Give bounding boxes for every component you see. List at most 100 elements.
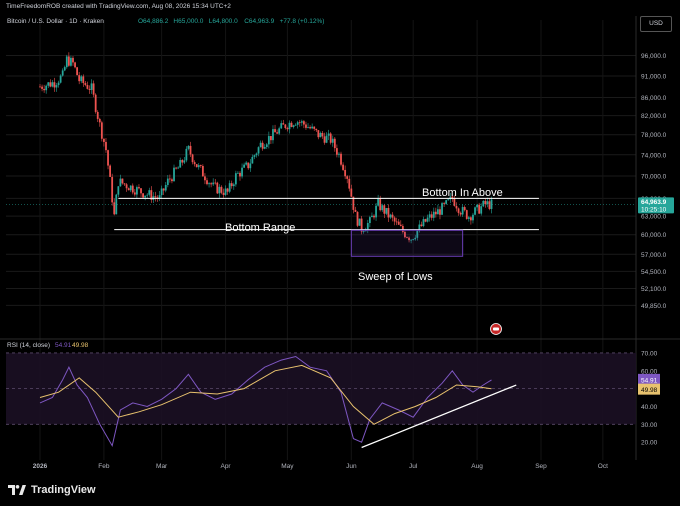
candle-body [270, 136, 272, 141]
candle-body [195, 164, 198, 168]
candle-body [395, 221, 398, 223]
candle-body [313, 126, 316, 129]
bar-countdown: 10:25:10 [641, 206, 667, 213]
price-axis-label: 54,500.0 [641, 269, 667, 276]
candle-body [319, 132, 322, 138]
candle-body [428, 214, 431, 218]
candle-body [356, 211, 359, 226]
candle-body [453, 198, 456, 206]
alert-marker-glyph [493, 327, 499, 331]
footer: TradingView [0, 476, 680, 506]
candle-body [199, 165, 202, 167]
candle-body [51, 82, 54, 87]
candle-body [284, 124, 287, 128]
candle-body [220, 186, 223, 193]
sweep-of-lows-box [350, 229, 464, 257]
candle-body [206, 180, 208, 185]
candle-body [162, 188, 165, 191]
candle-body [173, 167, 175, 182]
price-axis-label: 74,000.0 [641, 152, 667, 159]
rsi-ma-label: 49.98 [641, 387, 658, 394]
ohlc-value: L64,800.0 [209, 18, 238, 25]
time-axis-label: Aug [471, 463, 483, 470]
rsi-legend-name: RSI (14, close) [7, 342, 50, 349]
candle-body [263, 146, 266, 149]
candle-body [204, 176, 206, 181]
candle-body [309, 127, 311, 129]
chart-canvas[interactable]: Bottom In Above Bottom Range Sweep of Lows… [0, 16, 680, 476]
candle-body [133, 192, 136, 195]
candle-body [441, 203, 443, 215]
candle-body [222, 192, 225, 195]
candle-body [296, 122, 299, 125]
candle-body [187, 145, 190, 149]
candle-body [226, 188, 229, 192]
candle-body [315, 128, 318, 131]
currency-button[interactable]: USD [640, 16, 672, 32]
candle-body [282, 123, 285, 125]
candle-body [72, 57, 74, 63]
candle-body [457, 208, 460, 213]
candle-body [261, 142, 264, 149]
rsi-value-label: 54.91 [641, 377, 658, 384]
candle-body [272, 129, 274, 141]
candle-body [368, 217, 371, 224]
candle-body [84, 83, 87, 85]
candle-body [274, 129, 276, 133]
candle-body [100, 122, 103, 139]
candle-body [191, 154, 194, 163]
current-price-value: 64,963.9 [641, 199, 667, 206]
candle-body [387, 207, 390, 218]
candle-body [253, 155, 256, 157]
candle-body [175, 167, 177, 169]
candle-body [420, 224, 423, 227]
candle-body [391, 214, 394, 218]
candle-body [123, 183, 126, 185]
candle-body [115, 194, 118, 215]
candle-body [463, 207, 466, 211]
candle-body [366, 223, 369, 230]
candle-body [342, 164, 344, 170]
candle-body [303, 121, 305, 125]
candle-body [430, 214, 433, 218]
candle-body [465, 210, 468, 219]
rsi-legend-ma: 49.98 [72, 342, 89, 349]
candle-body [317, 130, 320, 138]
rsi-axis-label: 20.00 [641, 440, 658, 447]
candle-body [193, 162, 196, 165]
candle-body [461, 207, 464, 215]
candle-body [385, 207, 388, 214]
candle-body [39, 86, 41, 88]
candle-body [350, 188, 353, 197]
candle-body [422, 219, 425, 227]
candle-body [103, 138, 105, 142]
candle-body [65, 56, 68, 68]
candle-body [371, 215, 373, 218]
candle-body [245, 162, 248, 165]
candle-body [70, 57, 72, 66]
candle-body [214, 182, 217, 184]
candle-body [109, 165, 111, 177]
candle-body [129, 185, 132, 191]
tradingview-logo[interactable]: TradingView [8, 484, 96, 496]
candle-body [105, 141, 107, 151]
candle-body [117, 186, 120, 195]
candle-body [259, 142, 262, 148]
candle-body [78, 75, 81, 82]
candle-body [92, 83, 95, 95]
candle-body [144, 195, 147, 198]
candle-body [298, 122, 301, 124]
candle-body [201, 166, 204, 177]
candle-body [55, 85, 58, 88]
time-axis-label: Mar [156, 463, 168, 470]
time-axis-label: May [281, 463, 294, 470]
candle-body [208, 183, 210, 185]
candle-body [346, 176, 349, 179]
candle-body [107, 150, 109, 166]
symbol-name: Bitcoin / U.S. Dollar · 1D · Kraken [7, 18, 104, 25]
ohlc-value: O64,886.2 [138, 18, 169, 25]
price-axis-label: 49,850.0 [641, 303, 667, 310]
candle-body [276, 132, 278, 134]
candle-body [111, 176, 114, 203]
time-axis-label: Sep [535, 463, 547, 470]
